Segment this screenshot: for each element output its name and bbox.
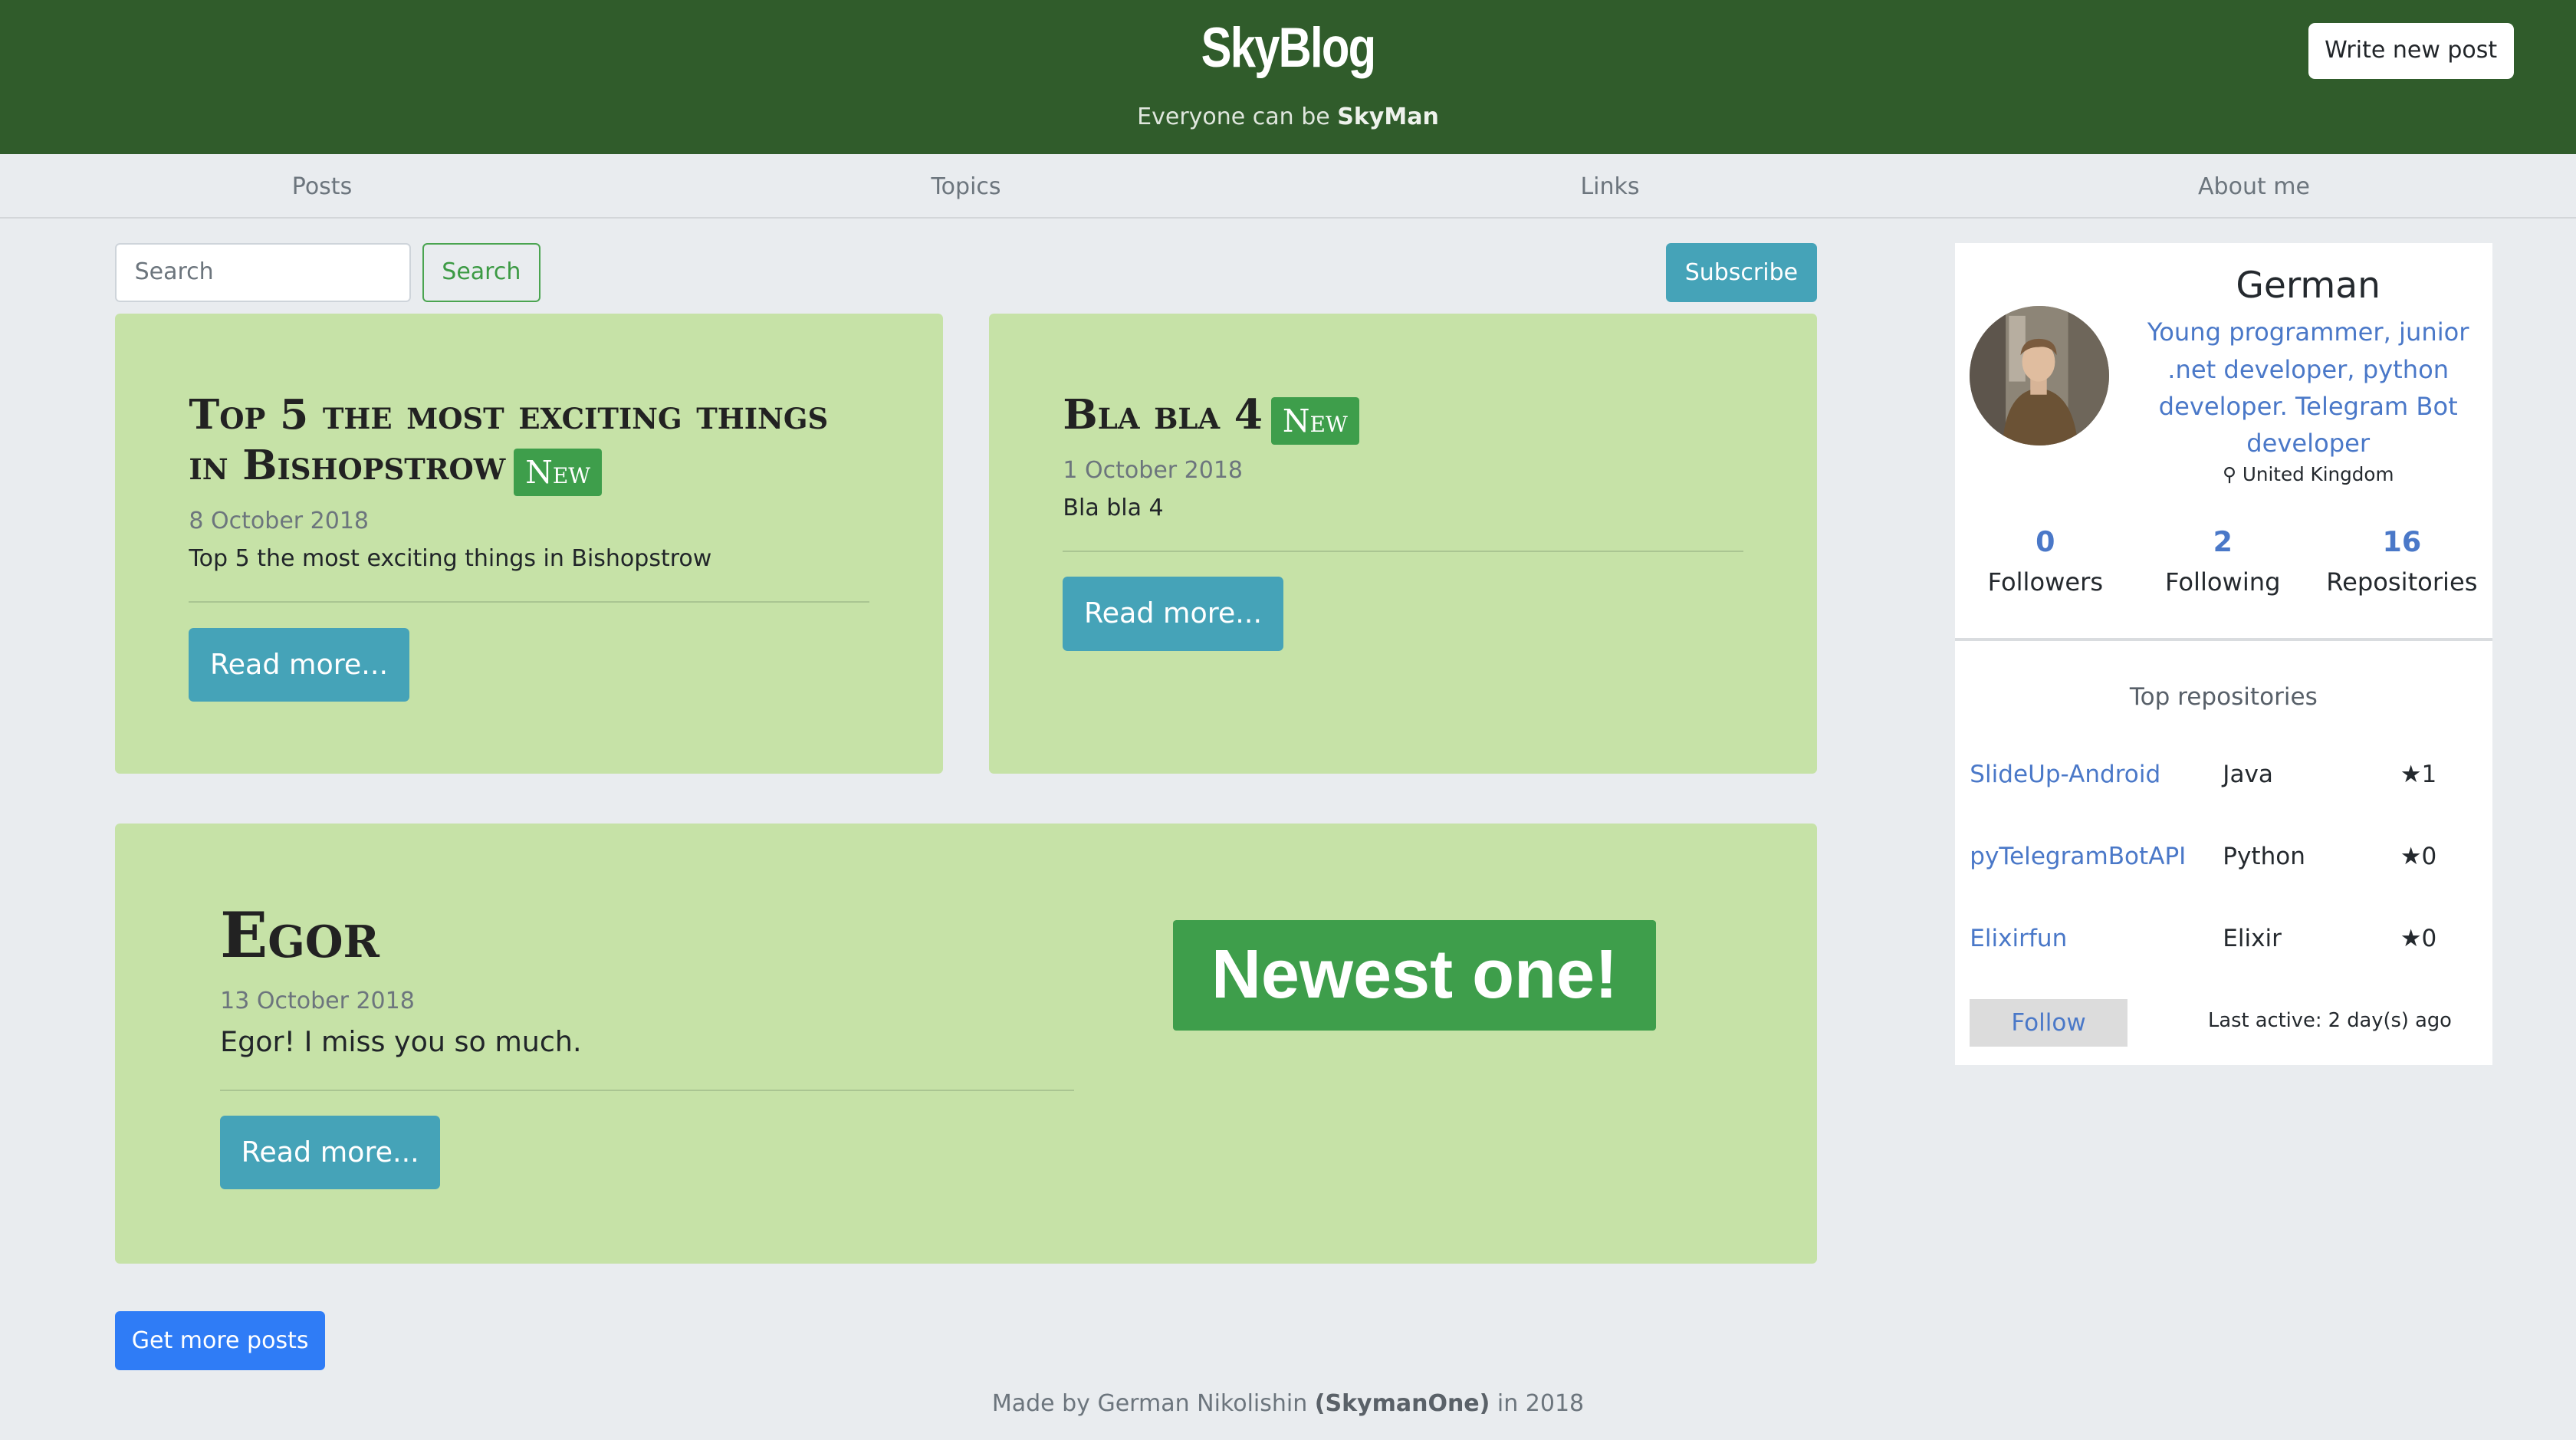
post-title: Bla bla 4 [1063, 390, 1263, 439]
post-title-wrap: Bla bla 4 New [1063, 390, 1753, 445]
repo-link[interactable]: SlideUp-Android [1970, 761, 2160, 788]
avatar-photo [1970, 305, 2110, 445]
repo-row: SlideUp-Android Java ★1 [1970, 761, 2479, 800]
profile-name: German [2236, 264, 2381, 307]
post-card: Top 5 the most exciting things in Bishop… [115, 314, 943, 774]
repo-stars: ★0 [2400, 925, 2437, 953]
post-card: Bla bla 4 New 1 October 2018 Bla bla 4 R… [989, 314, 1817, 774]
new-badge: New [1270, 397, 1359, 445]
tagline-text: Everyone can be [1137, 104, 1338, 130]
new-badge: New [514, 448, 603, 496]
featured-read-more-button[interactable]: Read more... [220, 1115, 441, 1190]
repo-stars: ★1 [2400, 761, 2437, 789]
subscribe-button[interactable]: Subscribe [1665, 243, 1817, 303]
nav-item-links[interactable]: Links [1288, 154, 1932, 217]
post-title-wrap: Top 5 the most exciting things in Bishop… [189, 390, 879, 496]
featured-post-date: 13 October 2018 [220, 987, 415, 1014]
nav-item-posts[interactable]: Posts [0, 154, 644, 217]
location-pin-icon: ⚲ [2222, 463, 2242, 486]
post-date: 8 October 2018 [189, 508, 369, 535]
nav-item-about-me[interactable]: About me [1932, 154, 2576, 217]
post-excerpt: Top 5 the most exciting things in Bishop… [189, 545, 712, 573]
post-excerpt: Bla bla 4 [1063, 494, 1164, 521]
featured-post-divider [220, 1089, 1075, 1091]
stat-repositories[interactable]: 16 Repositories [2312, 522, 2492, 603]
last-active-status: Last active: 2 day(s) ago [2208, 1008, 2452, 1032]
read-more-button[interactable]: Read more... [189, 627, 409, 702]
site-footer: Made by German Nikolishin (SkymanOne) in… [0, 1390, 2576, 1417]
footer-handle[interactable]: (SkymanOne) [1315, 1390, 1490, 1417]
site-header: SkyBlog Everyone can be SkyMan Write new… [0, 0, 2576, 155]
repo-language: Python [2223, 843, 2305, 871]
avatar [1970, 305, 2110, 445]
github-profile-card: German Young programmer, junior .net dev… [1955, 243, 2492, 1065]
read-more-button[interactable]: Read more... [1063, 577, 1283, 651]
post-divider [189, 601, 869, 603]
stat-value: 0 [2036, 525, 2055, 559]
stat-value: 2 [2213, 525, 2233, 559]
repo-language: Elixir [2223, 925, 2282, 953]
site-tagline: Everyone can be SkyMan [0, 104, 2576, 130]
location-text: United Kingdom [2242, 463, 2394, 486]
write-new-post-button[interactable]: Write new post [2308, 23, 2514, 79]
repo-stars: ★0 [2400, 843, 2437, 871]
stat-label: Repositories [2326, 567, 2478, 597]
newest-badge: Newest one! [1173, 920, 1656, 1031]
profile-location: ⚲ United Kingdom [2132, 463, 2484, 485]
repo-row: pyTelegramBotAPI Python ★0 [1970, 843, 2479, 882]
footer-text: Made by German Nikolishin [991, 1389, 1315, 1417]
repo-link[interactable]: pyTelegramBotAPI [1970, 843, 2186, 870]
stat-following[interactable]: 2 Following [2132, 522, 2313, 603]
post-date: 1 October 2018 [1063, 456, 1243, 484]
site-brand[interactable]: SkyBlog [232, 16, 2344, 80]
featured-post-title: Egor [220, 899, 380, 973]
follow-button[interactable]: Follow [1970, 998, 2128, 1047]
stat-label: Following [2165, 567, 2281, 597]
nav-item-topics[interactable]: Topics [644, 154, 1288, 217]
featured-post-card: Egor 13 October 2018 Egor! I miss you so… [115, 823, 1817, 1264]
stat-label: Followers [1987, 567, 2104, 597]
get-more-posts-button[interactable]: Get more posts [115, 1311, 326, 1371]
main-nav: Posts Topics Links About me [0, 154, 2576, 219]
search-input[interactable]: Search [115, 243, 411, 303]
repo-link[interactable]: Elixirfun [1970, 925, 2067, 952]
profile-summary: German Young programmer, junior .net dev… [1955, 243, 2492, 641]
search-button[interactable]: Search [422, 243, 540, 303]
profile-bio: Young programmer, junior .net developer,… [2147, 317, 2469, 458]
post-title: Top 5 the most exciting things in Bishop… [189, 390, 829, 490]
tagline-name: SkyMan [1337, 104, 1439, 130]
repo-row: Elixirfun Elixir ★0 [1970, 925, 2479, 964]
stat-value: 16 [2382, 525, 2422, 559]
top-repositories-title: Top repositories [2129, 683, 2318, 712]
footer-year: in 2018 [1490, 1389, 1585, 1417]
repo-language: Java [2223, 761, 2273, 789]
featured-post-excerpt: Egor! I miss you so much. [220, 1025, 582, 1059]
stat-followers[interactable]: 0 Followers [1955, 522, 2136, 603]
post-divider [1063, 550, 1743, 552]
